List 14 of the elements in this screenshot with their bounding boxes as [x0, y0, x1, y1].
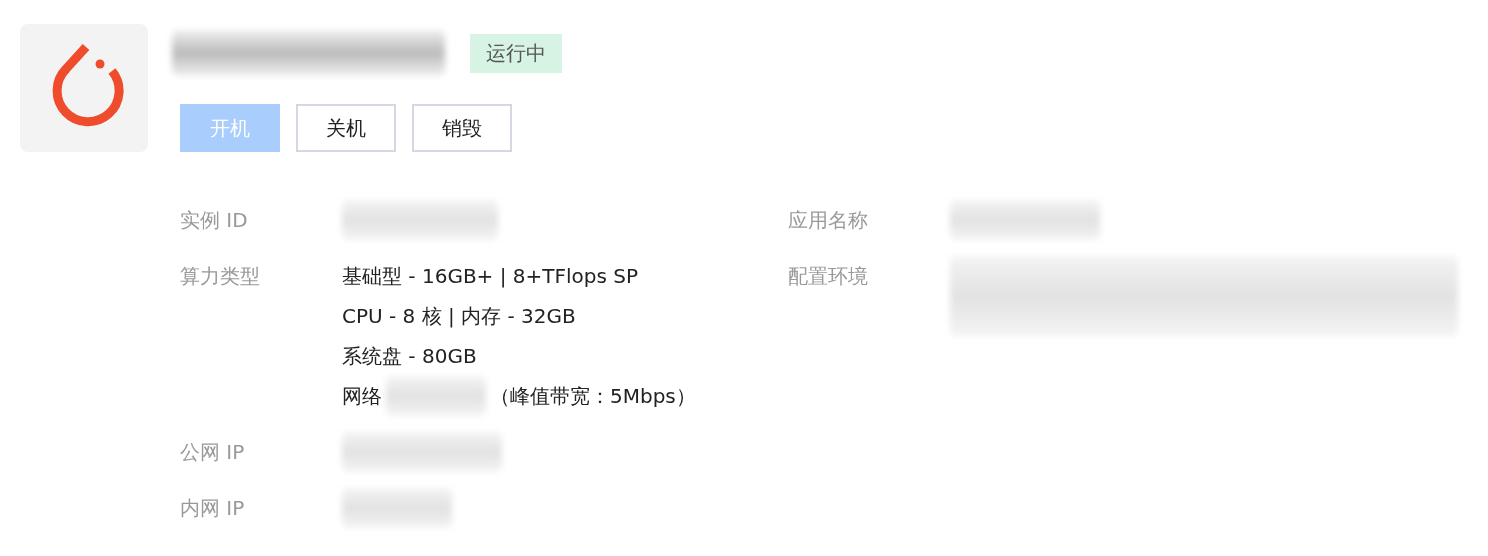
field-label: 应用名称 [788, 207, 869, 234]
status-tag: 运行中 [470, 33, 562, 73]
field-value: 网络 [342, 383, 382, 410]
field-label: 内网 IP [180, 495, 246, 522]
field-value: CPU - 8 核 | 内存 - 32GB [342, 303, 577, 330]
field-label: 公网 IP [180, 439, 246, 466]
field-label: 算力类型 [180, 263, 261, 290]
field-value: 基础型 - 16GB+ | 8+TFlops SP [342, 263, 640, 290]
field-value: 系统盘 - 80GB [342, 343, 478, 370]
bandwidth-text: （峰值带宽：5Mbps） [490, 383, 696, 410]
field-label: 实例 ID [180, 207, 249, 234]
action-button[interactable]: 销毁 [412, 104, 512, 152]
field-label: 配置环境 [788, 263, 869, 290]
action-button[interactable]: 关机 [296, 104, 396, 152]
